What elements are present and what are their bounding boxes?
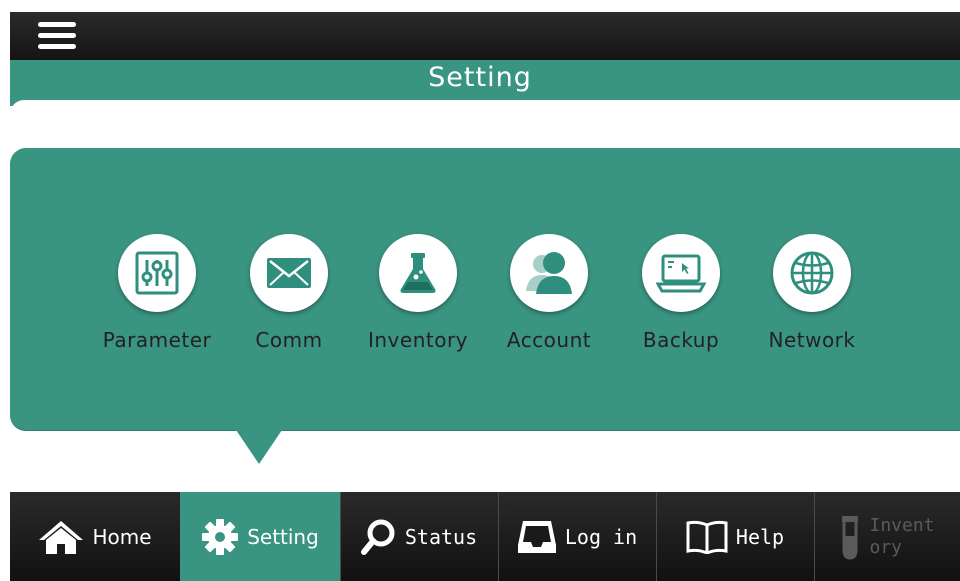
title-divider (10, 100, 960, 136)
menu-item-label: Network (768, 328, 856, 352)
envelope-icon (250, 234, 328, 312)
nav-label: Setting (247, 524, 319, 549)
test-tube-icon (839, 514, 861, 560)
menu-item-inventory[interactable]: Inventory (358, 234, 478, 354)
nav-home[interactable]: Home (10, 492, 181, 581)
globe-icon (773, 234, 851, 312)
nav-label: Home (92, 524, 152, 549)
inbox-icon (517, 519, 557, 555)
flask-icon (379, 234, 457, 312)
bottom-nav: Home Setting Status Log in Help Invent o… (10, 492, 960, 581)
page-title: Setting (428, 62, 532, 93)
gear-icon (201, 518, 239, 556)
menu-item-comm[interactable]: Comm (229, 234, 349, 354)
users-icon (510, 234, 588, 312)
sliders-icon (118, 234, 196, 312)
panel-pointer (236, 430, 282, 464)
nav-setting[interactable]: Setting (180, 492, 341, 581)
nav-label: Invent ory (869, 514, 935, 558)
top-bar (10, 12, 960, 60)
nav-login[interactable]: Log in (498, 492, 657, 581)
nav-label: Log in (564, 524, 638, 549)
nav-label: Status (404, 524, 478, 549)
nav-inventory[interactable]: Invent ory (814, 492, 960, 581)
menu-item-backup[interactable]: Backup (621, 234, 741, 354)
search-icon (360, 518, 397, 556)
hamburger-menu-icon[interactable] (38, 22, 76, 50)
nav-label: Help (735, 524, 785, 549)
laptop-icon (642, 234, 720, 312)
menu-item-parameter[interactable]: Parameter (97, 234, 217, 354)
menu-item-account[interactable]: Account (489, 234, 609, 354)
menu-item-network[interactable]: Network (752, 234, 872, 354)
book-icon (686, 520, 728, 554)
nav-status[interactable]: Status (340, 492, 499, 581)
home-icon (38, 519, 84, 555)
nav-help[interactable]: Help (656, 492, 815, 581)
